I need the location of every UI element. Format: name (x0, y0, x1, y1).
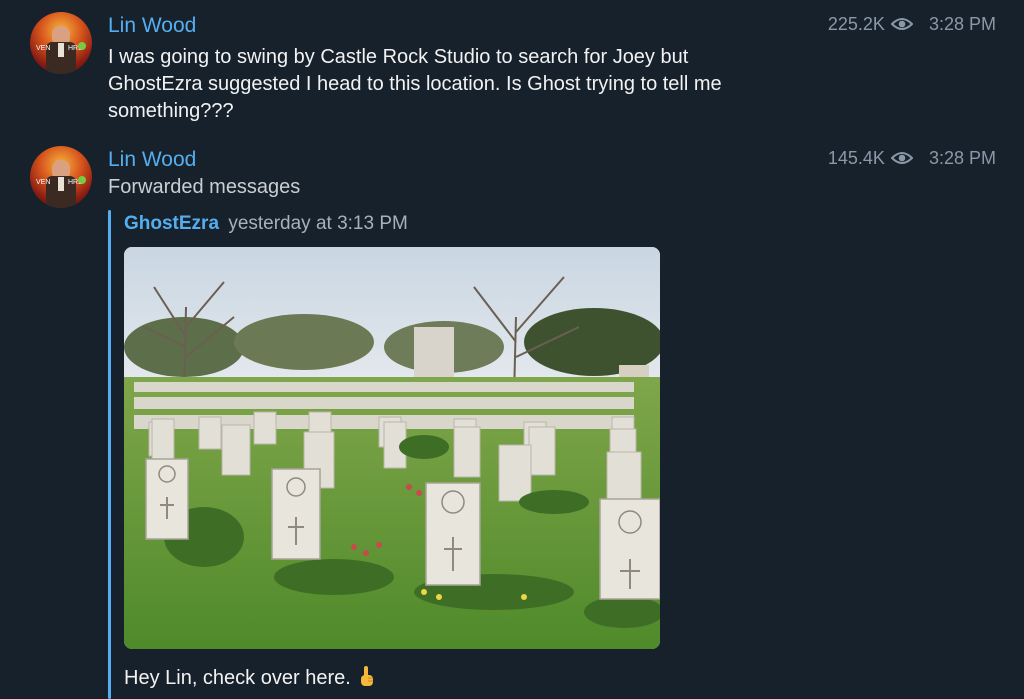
sender-name[interactable]: Lin Wood (108, 147, 196, 173)
forward-caption[interactable]: Hey Lin, check over here. (124, 664, 376, 691)
photo-attachment[interactable] (124, 247, 660, 649)
eye-icon (890, 152, 913, 164)
forward-time: yesterday at 3:13 PM (228, 213, 408, 234)
caption-text: Hey Lin, check over here. (124, 667, 351, 689)
svg-text:VEN: VEN (36, 179, 50, 186)
message-2: VEN HRE Lin Wood 145.4K 3:28 PM Forwarde… (0, 0, 1024, 699)
forwarded-label: Forwarded messages (108, 176, 301, 198)
pointing-up-icon (361, 666, 374, 686)
forward-bar (108, 210, 111, 699)
forward-header: GhostEzra yesterday at 3:13 PM (124, 212, 408, 236)
avatar[interactable]: VEN HRE (30, 146, 92, 208)
message-meta: 145.4K 3:28 PM (828, 147, 996, 169)
forward-sender[interactable]: GhostEzra (124, 213, 219, 234)
view-count: 145.4K (827, 148, 885, 168)
message-time: 3:28 PM (928, 148, 996, 168)
